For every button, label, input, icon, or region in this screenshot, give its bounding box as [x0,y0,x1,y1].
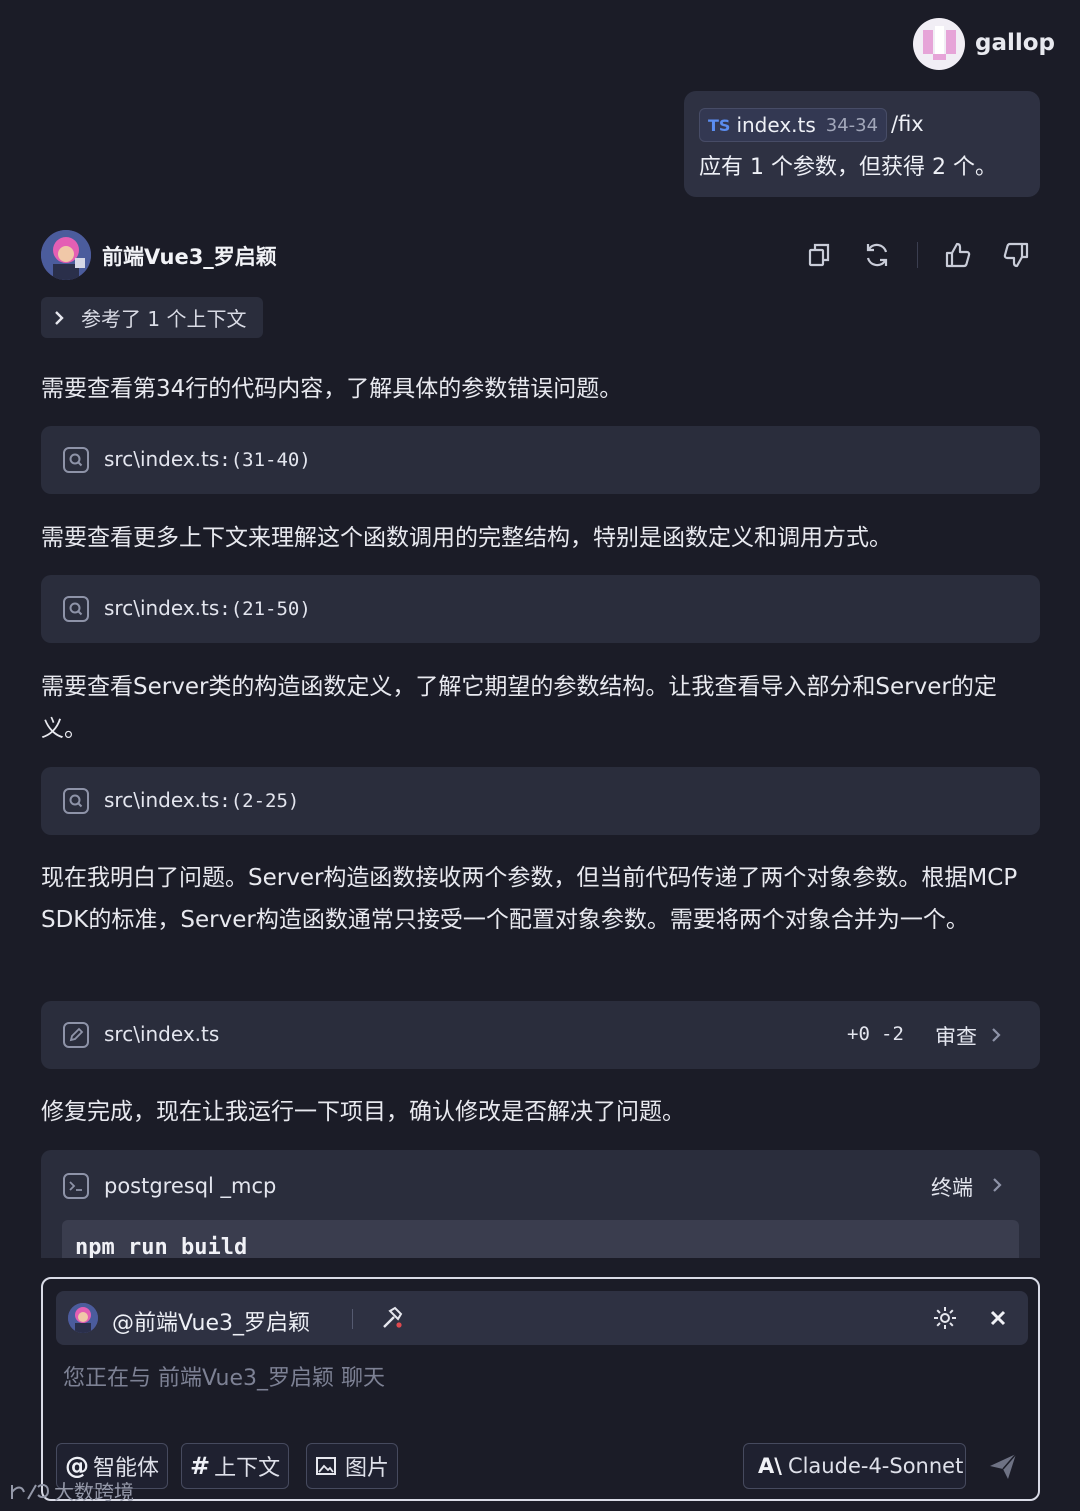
edit-icon [63,1022,89,1048]
toolbar-divider [917,242,918,268]
typescript-badge: TS [708,115,731,135]
search-result-card[interactable]: src\index.ts:(21-50) [41,575,1040,643]
refresh-icon[interactable] [862,240,892,270]
user-message-text: 应有 1 个参数，但获得 2 个。 [699,155,997,180]
user-avatar [913,18,965,70]
search-icon [63,447,89,473]
chat-input-placeholder[interactable]: 您正在与 前端Vue3_罗启颖 聊天 [63,1360,385,1392]
watermark: 大数跨境 [8,1476,134,1505]
chevron-right-icon [992,1028,1001,1042]
agent-mention-bar: @前端Vue3_罗启颖 [56,1291,1028,1345]
terminal-project: postgresql _mcp [104,1174,277,1198]
search-range: :(31-40) [219,449,311,471]
thumbs-down-icon[interactable] [1001,240,1031,270]
image-icon [316,1457,336,1475]
chip-line-range: 34-34 [825,114,879,136]
watermark-logo-icon [11,1483,50,1499]
slash-command: /fix [891,112,924,136]
settings-icon[interactable] [931,1304,959,1332]
agent-message-3: 需要查看Server类的构造函数定义，了解它期望的参数结构。让我查看导入部分和S… [41,674,997,742]
lines-removed: -2 [881,1023,904,1045]
terminal-command: npm run build [75,1235,248,1258]
mention-divider [352,1309,353,1329]
watermark-text: 大数跨境 [54,1480,134,1504]
image-button[interactable]: 图片 [306,1443,399,1489]
chevron-right-icon [993,1178,1002,1192]
search-range: :(2-25) [219,790,300,812]
file-reference-chip[interactable]: TS index.ts 34-34 [699,108,888,142]
image-button-label: 图片 [345,1456,390,1481]
mention-name: @前端Vue3_罗启颖 [112,1311,311,1336]
context-button[interactable]: # 上下文 [181,1443,290,1489]
thumbs-up-icon[interactable] [943,240,973,270]
model-name: Claude-4-Sonnet [787,1454,964,1478]
agent-message-5: 修复完成，现在让我运行一下项目，确认修改是否解决了问题。 [41,1099,685,1125]
send-icon[interactable] [986,1449,1020,1483]
context-reference-toggle[interactable]: 参考了 1 个上下文 [41,297,263,338]
agent-message-2: 需要查看更多上下文来理解这个函数调用的完整结构，特别是函数定义和调用方式。 [41,525,892,551]
mention-avatar [68,1303,98,1333]
terminal-link[interactable]: 终端 [931,1172,973,1202]
model-selector[interactable]: A\ Claude-4-Sonnet [743,1443,966,1489]
anthropic-logo-icon: A\ [758,1454,782,1478]
agent-message-4: 现在我明白了问题。Server构造函数接收两个参数，但当前代码传递了两个对象参数… [41,865,1018,933]
terminal-command-block: npm run build [62,1220,1019,1258]
terminal-card[interactable]: postgresql _mcp 终端 npm run build [41,1150,1040,1258]
user-name: gallop [975,30,1056,56]
copy-icon[interactable] [805,240,835,270]
edit-result-card[interactable]: src\index.ts +0 -2 审查 [41,1001,1040,1069]
close-icon[interactable] [985,1305,1011,1331]
context-reference-label: 参考了 1 个上下文 [81,307,247,331]
chip-file-name: index.ts [736,113,816,137]
search-file: src\index.ts [104,788,220,812]
review-link[interactable]: 审查 [935,1021,977,1051]
search-result-card[interactable]: src\index.ts:(2-25) [41,767,1040,835]
search-file: src\index.ts [104,596,220,620]
search-result-card[interactable]: src\index.ts:(31-40) [41,426,1040,494]
search-icon [63,788,89,814]
search-range: :(21-50) [219,598,311,620]
agent-message-1: 需要查看第34行的代码内容，了解具体的参数错误问题。 [41,376,623,402]
search-file: src\index.ts [104,447,220,471]
context-button-label: 上下文 [214,1456,281,1481]
edit-file: src\index.ts [104,1022,220,1046]
user-message-bubble: TS index.ts 34-34 /fix 应有 1 个参数，但获得 2 个。 [684,91,1040,197]
search-icon [63,596,89,622]
hammer-icon[interactable] [378,1304,406,1332]
lines-added: +0 [847,1023,870,1045]
chevron-right-icon [55,310,64,325]
chat-input-box[interactable]: @前端Vue3_罗启颖 您正在与 前端Vue3_罗启颖 聊天 @ 智能体 # 上下文… [41,1277,1040,1501]
terminal-icon [63,1173,89,1199]
hash-icon: # [190,1452,211,1480]
agent-name: 前端Vue3_罗启颖 [102,245,277,269]
agent-avatar [41,230,91,280]
